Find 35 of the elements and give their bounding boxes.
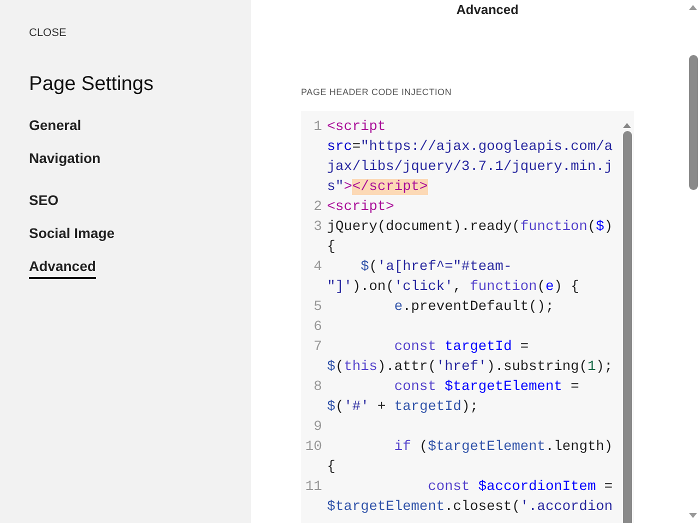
code-line: const $accordionItem = $targetElement.closest('.accordion — [327, 478, 614, 517]
sidebar-item[interactable]: General — [29, 114, 82, 138]
scroll-up-icon[interactable] — [689, 5, 697, 10]
code-line: <script src="https://ajax.googleapis.com/ajax/libs/jquery/3.7.1/jquery.min.js"></script> — [327, 118, 614, 197]
sidebar-title: Page Settings — [29, 72, 155, 96]
code-editor[interactable] — [301, 111, 634, 523]
line-number: 9 — [312, 418, 323, 437]
code-line: const $targetElement = $('#' + targetId); — [327, 378, 580, 417]
line-number: 6 — [312, 318, 323, 337]
line-number: 10 — [304, 438, 323, 457]
line-number: 8 — [312, 378, 323, 397]
code-line: e.preventDefault(); — [393, 298, 555, 317]
sidebar-item[interactable]: Navigation — [29, 146, 101, 170]
scroll-up-icon[interactable] — [623, 123, 631, 128]
code-line: jQuery(document).ready(function($) { — [327, 218, 614, 257]
code-line: const targetId = $(this).attr('href').substring(1); — [327, 338, 614, 377]
line-number: 1 — [312, 118, 323, 137]
sidebar-item[interactable]: Social Image — [29, 222, 115, 246]
line-number: 5 — [312, 298, 323, 317]
panel-title: Advanced — [456, 1, 519, 19]
line-number: 2 — [312, 198, 323, 217]
code-line: $('a[href^="#team-"]').on('click', function(e) { — [327, 258, 580, 297]
code-line: <script> — [327, 198, 396, 217]
code-line: if ($targetElement.length) { — [327, 438, 614, 477]
scrollbar-thumb[interactable] — [688, 55, 698, 190]
line-number: 11 — [304, 478, 323, 497]
scrollbar-thumb[interactable] — [622, 131, 632, 523]
sidebar-item[interactable]: SEO — [29, 188, 59, 212]
field-label: PAGE HEADER CODE INJECTION — [301, 86, 453, 98]
line-number: 7 — [312, 338, 323, 357]
scroll-down-icon[interactable] — [689, 513, 697, 518]
line-number: 3 — [312, 218, 323, 237]
close-link[interactable]: CLOSE — [29, 25, 66, 42]
sidebar-item[interactable]: Advanced — [29, 254, 96, 278]
line-number: 4 — [312, 258, 323, 277]
